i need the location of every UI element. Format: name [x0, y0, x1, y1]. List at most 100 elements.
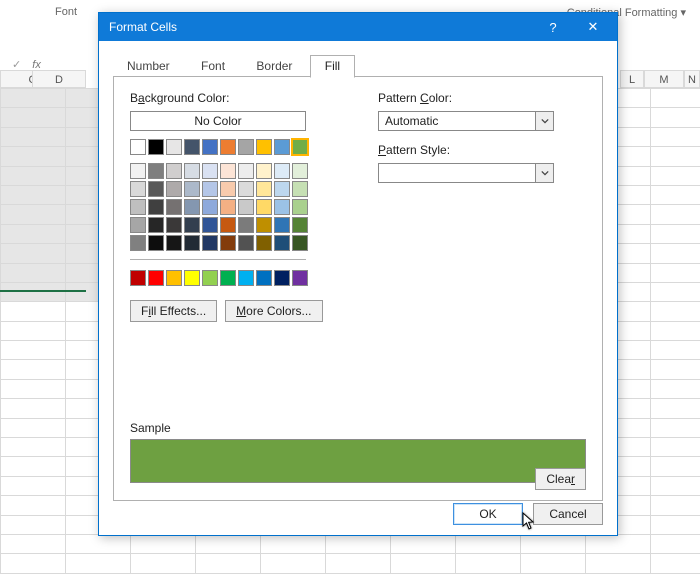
- chevron-down-icon: [535, 112, 553, 130]
- color-swatch[interactable]: [256, 163, 272, 179]
- color-swatch[interactable]: [292, 139, 308, 155]
- color-swatch[interactable]: [166, 235, 182, 251]
- color-swatch[interactable]: [202, 199, 218, 215]
- color-swatch[interactable]: [130, 217, 146, 233]
- color-swatch[interactable]: [256, 270, 272, 286]
- color-swatch[interactable]: [220, 181, 236, 197]
- close-icon[interactable]: ✕: [573, 19, 613, 35]
- color-swatch[interactable]: [202, 139, 218, 155]
- format-cells-dialog: Format Cells ? ✕ Number Font Border Fill…: [98, 12, 618, 536]
- color-swatch[interactable]: [166, 199, 182, 215]
- sample-preview: [130, 439, 586, 483]
- color-swatch[interactable]: [166, 139, 182, 155]
- color-swatch[interactable]: [292, 270, 308, 286]
- color-swatch[interactable]: [220, 270, 236, 286]
- color-swatch[interactable]: [148, 163, 164, 179]
- color-swatch[interactable]: [184, 139, 200, 155]
- color-swatch[interactable]: [238, 139, 254, 155]
- color-swatch[interactable]: [202, 217, 218, 233]
- tab-strip: Number Font Border Fill: [113, 55, 603, 77]
- color-swatch[interactable]: [220, 217, 236, 233]
- color-swatch[interactable]: [292, 199, 308, 215]
- color-swatch[interactable]: [148, 139, 164, 155]
- color-swatch[interactable]: [292, 163, 308, 179]
- color-swatch[interactable]: [238, 199, 254, 215]
- color-swatch[interactable]: [274, 163, 290, 179]
- color-swatch[interactable]: [238, 181, 254, 197]
- standard-colors: [130, 270, 586, 286]
- color-swatch[interactable]: [166, 181, 182, 197]
- color-swatch[interactable]: [220, 199, 236, 215]
- fill-effects-button[interactable]: Fill Effects...: [130, 300, 217, 322]
- color-swatch[interactable]: [202, 181, 218, 197]
- color-swatch[interactable]: [238, 270, 254, 286]
- ok-button[interactable]: OK: [453, 503, 523, 525]
- no-color-button[interactable]: No Color: [130, 111, 306, 131]
- color-swatch[interactable]: [184, 235, 200, 251]
- color-swatch[interactable]: [148, 217, 164, 233]
- color-swatch[interactable]: [130, 270, 146, 286]
- color-swatch[interactable]: [256, 181, 272, 197]
- color-swatch[interactable]: [256, 217, 272, 233]
- clear-button[interactable]: Clear: [535, 468, 586, 490]
- tab-font[interactable]: Font: [187, 56, 239, 77]
- color-swatch[interactable]: [238, 163, 254, 179]
- color-swatch[interactable]: [274, 199, 290, 215]
- color-swatch[interactable]: [166, 217, 182, 233]
- color-swatch[interactable]: [130, 163, 146, 179]
- color-swatch[interactable]: [130, 139, 146, 155]
- tab-fill[interactable]: Fill: [310, 55, 355, 78]
- color-swatch[interactable]: [184, 181, 200, 197]
- color-swatch[interactable]: [238, 235, 254, 251]
- col-header[interactable]: N: [684, 70, 700, 88]
- color-swatch[interactable]: [292, 181, 308, 197]
- pattern-style-combo[interactable]: [378, 163, 554, 183]
- color-swatch[interactable]: [130, 199, 146, 215]
- color-swatch[interactable]: [202, 270, 218, 286]
- color-swatch[interactable]: [184, 199, 200, 215]
- color-swatch[interactable]: [274, 181, 290, 197]
- color-swatch[interactable]: [148, 235, 164, 251]
- col-header[interactable]: M: [644, 70, 684, 88]
- color-swatch[interactable]: [292, 217, 308, 233]
- color-swatch[interactable]: [130, 181, 146, 197]
- color-swatch[interactable]: [256, 199, 272, 215]
- color-swatch[interactable]: [256, 139, 272, 155]
- color-swatch[interactable]: [184, 163, 200, 179]
- color-swatch[interactable]: [184, 217, 200, 233]
- color-swatch[interactable]: [166, 270, 182, 286]
- color-swatch[interactable]: [274, 270, 290, 286]
- color-swatch[interactable]: [274, 235, 290, 251]
- color-swatch[interactable]: [274, 217, 290, 233]
- color-swatch[interactable]: [130, 235, 146, 251]
- col-header[interactable]: L: [620, 70, 644, 88]
- more-colors-button[interactable]: More Colors...: [225, 300, 322, 322]
- help-icon[interactable]: ?: [533, 20, 573, 35]
- color-swatch[interactable]: [220, 139, 236, 155]
- col-header[interactable]: D: [32, 70, 86, 88]
- color-swatch[interactable]: [292, 235, 308, 251]
- cancel-button[interactable]: Cancel: [533, 503, 603, 525]
- tab-border[interactable]: Border: [242, 56, 306, 77]
- pattern-style-label: Pattern Style:: [378, 143, 564, 157]
- color-swatch[interactable]: [220, 235, 236, 251]
- color-swatch[interactable]: [256, 235, 272, 251]
- dialog-titlebar[interactable]: Format Cells ? ✕: [99, 13, 617, 41]
- color-swatch[interactable]: [184, 270, 200, 286]
- color-swatch[interactable]: [238, 217, 254, 233]
- color-swatch[interactable]: [148, 181, 164, 197]
- color-swatch[interactable]: [148, 270, 164, 286]
- sample-label: Sample: [130, 421, 171, 435]
- color-swatch[interactable]: [202, 163, 218, 179]
- color-swatch[interactable]: [274, 139, 290, 155]
- pattern-color-label: Pattern Color:: [378, 91, 564, 105]
- divider: [130, 259, 306, 260]
- chevron-down-icon: [535, 164, 553, 182]
- color-swatch[interactable]: [202, 235, 218, 251]
- color-swatch[interactable]: [220, 163, 236, 179]
- pattern-color-combo[interactable]: Automatic: [378, 111, 554, 131]
- tab-number[interactable]: Number: [113, 56, 184, 77]
- color-swatch[interactable]: [166, 163, 182, 179]
- ribbon-group-label: Font: [55, 6, 77, 18]
- color-swatch[interactable]: [148, 199, 164, 215]
